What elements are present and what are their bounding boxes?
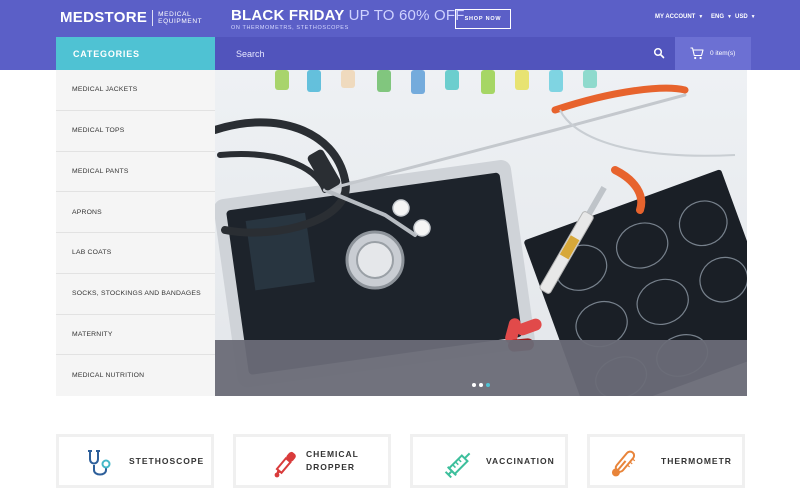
- cart-count: 0 item(s): [710, 50, 736, 57]
- slider-dot-2[interactable]: [479, 383, 483, 387]
- slider-dot-1[interactable]: [472, 383, 476, 387]
- sidebar-item-maternity[interactable]: MATERNITY: [56, 315, 215, 356]
- currency-label: USD: [735, 14, 748, 20]
- promo-headline: BLACK FRIDAY: [231, 7, 345, 24]
- chevron-down-icon: ▼: [727, 14, 732, 20]
- sidebar-item-medical-tops[interactable]: MEDICAL TOPS: [56, 111, 215, 152]
- logo-subtitle-line1: MEDICAL: [158, 10, 192, 18]
- feature-thermometer[interactable]: THERMOMETR: [587, 434, 745, 488]
- sidebar-item-aprons[interactable]: APRONS: [56, 192, 215, 233]
- feature-label-line1: CHEMICAL: [306, 449, 359, 459]
- hero-slider[interactable]: [215, 70, 747, 396]
- sidebar-item-lab-coats[interactable]: LAB COATS: [56, 233, 215, 274]
- cart-icon: [690, 47, 704, 60]
- my-account-menu[interactable]: MY ACCOUNT ▼: [655, 14, 703, 20]
- thermometer-icon: [611, 450, 636, 477]
- store-logo[interactable]: MEDSTORE MEDICAL EQUIPMENT: [60, 9, 202, 26]
- feature-label-line2: DROPPER: [306, 462, 356, 472]
- logo-text: MEDSTORE: [60, 9, 148, 26]
- category-sidebar: MEDICAL JACKETS MEDICAL TOPS MEDICAL PAN…: [56, 70, 215, 396]
- language-label: ENG: [711, 14, 725, 20]
- promo-banner: BLACK FRIDAY UP TO 60% OFF ON THERMOMETR…: [231, 7, 465, 31]
- feature-label: THERMOMETR: [661, 456, 732, 466]
- slider-dot-3[interactable]: [486, 383, 490, 387]
- sidebar-item-medical-nutrition[interactable]: MEDICAL NUTRITION: [56, 355, 215, 396]
- search-icon[interactable]: [653, 47, 665, 59]
- syringe-icon: [444, 452, 471, 479]
- hero-caption-overlay: [215, 340, 747, 396]
- logo-subtitle: MEDICAL EQUIPMENT: [158, 11, 202, 25]
- search-input[interactable]: [236, 48, 616, 59]
- feature-label: CHEMICAL DROPPER: [306, 448, 359, 474]
- feature-stethoscope[interactable]: STETHOSCOPE: [56, 434, 214, 488]
- promo-title: BLACK FRIDAY UP TO 60% OFF: [231, 7, 465, 24]
- slider-pagination: [472, 383, 490, 387]
- sidebar-item-medical-pants[interactable]: MEDICAL PANTS: [56, 152, 215, 193]
- feature-label: STETHOSCOPE: [129, 456, 205, 466]
- shop-now-button[interactable]: SHOP NOW: [455, 9, 511, 29]
- sidebar-item-medical-jackets[interactable]: MEDICAL JACKETS: [56, 70, 215, 111]
- promo-subtitle: ON THERMOMETRS, STETHOSCOPES: [231, 25, 349, 31]
- feature-label: VACCINATION: [486, 456, 555, 466]
- dropper-icon: [274, 451, 296, 478]
- logo-subtitle-line2: EQUIPMENT: [158, 17, 203, 25]
- sidebar-item-socks-stockings-bandages[interactable]: SOCKS, STOCKINGS AND BANDAGES: [56, 274, 215, 315]
- chevron-down-icon: ▼: [750, 14, 756, 20]
- feature-vaccination[interactable]: VACCINATION: [410, 434, 568, 488]
- feature-chemical-dropper[interactable]: CHEMICAL DROPPER: [233, 434, 391, 488]
- my-account-label: MY ACCOUNT: [655, 14, 696, 20]
- promo-offer: UP TO 60% OFF: [348, 7, 465, 24]
- chevron-down-icon: ▼: [698, 14, 704, 20]
- search-bar: [215, 37, 675, 70]
- categories-toggle[interactable]: CATEGORIES: [56, 37, 215, 70]
- cart-button[interactable]: 0 item(s): [675, 37, 751, 70]
- currency-selector[interactable]: USD ▼: [735, 14, 756, 20]
- stethoscope-icon: [88, 450, 111, 476]
- language-selector[interactable]: ENG ▼: [711, 14, 732, 20]
- logo-divider: [152, 9, 154, 26]
